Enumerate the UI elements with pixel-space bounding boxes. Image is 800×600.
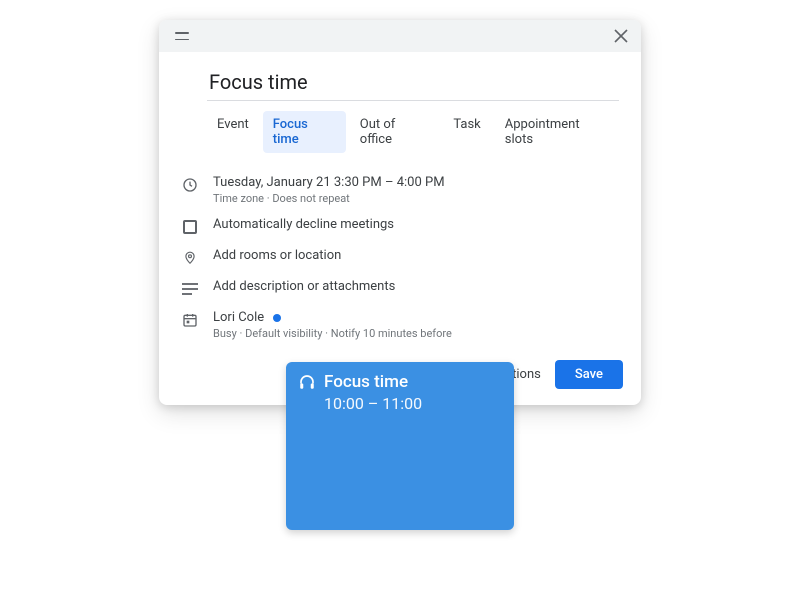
headphones-icon: [298, 373, 316, 391]
calendar-icon: [181, 311, 199, 329]
checkbox-icon[interactable]: [181, 218, 199, 236]
close-icon: [614, 29, 628, 43]
tab-appointment-slots[interactable]: Appointment slots: [495, 111, 619, 153]
owner-row[interactable]: Lori Cole Busy · Default visibility · No…: [181, 304, 619, 346]
clock-icon: [181, 176, 199, 194]
close-button[interactable]: [611, 26, 631, 46]
decline-meetings-row[interactable]: Automatically decline meetings: [181, 211, 619, 242]
description-icon: [181, 280, 199, 298]
dialog-body: Focus time Event Focus time Out of offic…: [159, 52, 641, 346]
event-block-time: 10:00 – 11:00: [324, 394, 502, 413]
description-label: Add description or attachments: [213, 279, 395, 294]
location-icon: [181, 249, 199, 267]
owner-color-dot: [273, 314, 281, 322]
tab-task[interactable]: Task: [443, 111, 490, 153]
event-type-tabs: Event Focus time Out of office Task Appo…: [207, 111, 619, 153]
time-secondary: Time zone · Does not repeat: [213, 192, 445, 205]
event-block-title: Focus time: [324, 372, 408, 392]
tab-out-of-office[interactable]: Out of office: [350, 111, 440, 153]
time-row[interactable]: Tuesday, January 21 3:30 PM – 4:00 PM Ti…: [181, 169, 619, 211]
owner-name: Lori Cole: [213, 310, 264, 325]
tab-event[interactable]: Event: [207, 111, 259, 153]
description-row[interactable]: Add description or attachments: [181, 273, 619, 304]
drag-handle-icon[interactable]: [175, 32, 189, 40]
save-button[interactable]: Save: [555, 360, 623, 389]
calendar-event-block[interactable]: Focus time 10:00 – 11:00: [286, 362, 514, 530]
location-row[interactable]: Add rooms or location: [181, 242, 619, 273]
time-primary: Tuesday, January 21 3:30 PM – 4:00 PM: [213, 175, 445, 190]
tab-focus-time[interactable]: Focus time: [263, 111, 346, 153]
location-label: Add rooms or location: [213, 248, 341, 263]
event-create-dialog: Focus time Event Focus time Out of offic…: [159, 20, 641, 405]
dialog-header: [159, 20, 641, 52]
title-input[interactable]: Focus time: [207, 66, 619, 101]
decline-label: Automatically decline meetings: [213, 217, 394, 232]
owner-secondary: Busy · Default visibility · Notify 10 mi…: [213, 327, 452, 340]
